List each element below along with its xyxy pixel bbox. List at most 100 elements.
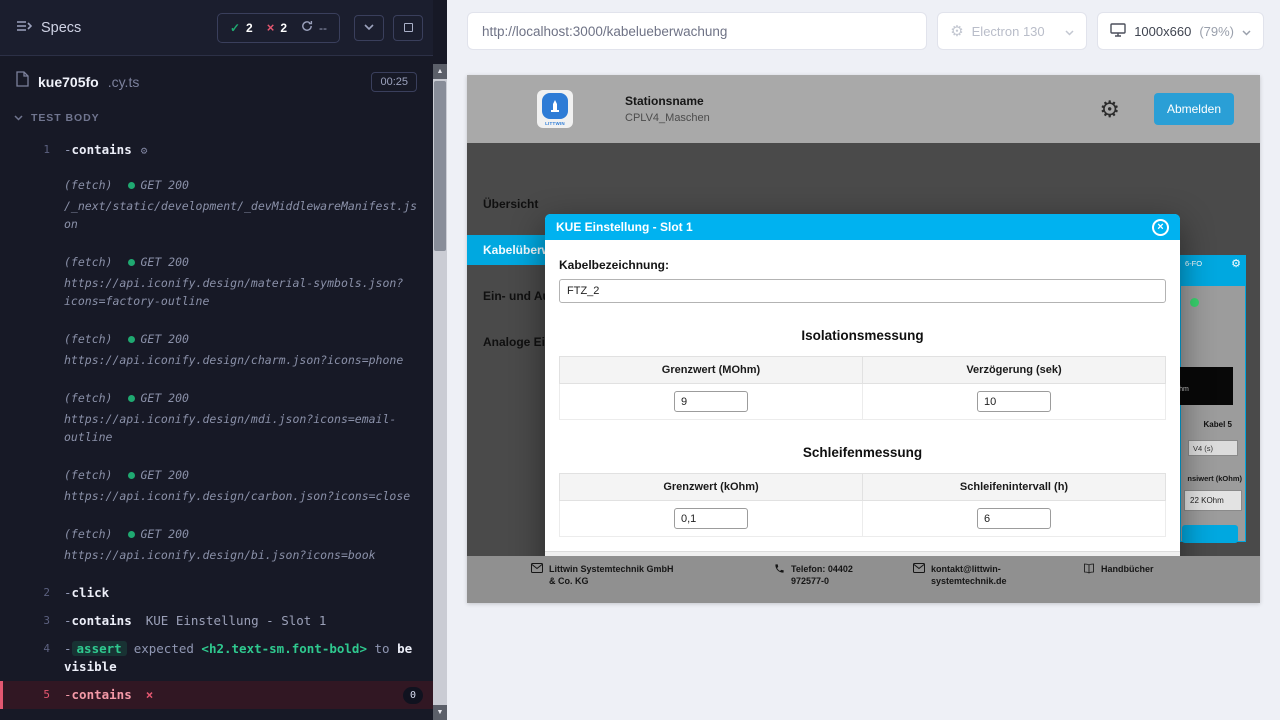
kabel-label: Kabel 5 (1204, 420, 1232, 429)
command-name: contains (72, 142, 132, 157)
footer-email: kontakt@littwin-systemtechnik.de (913, 563, 1017, 587)
viewport-size: 1000x660 (1134, 24, 1191, 39)
column-header: Schleifenintervall (h) (863, 474, 1166, 501)
scroll-down-button[interactable]: ▼ (433, 705, 447, 720)
request-url: /_next/static/development/_devMiddleware… (64, 197, 423, 233)
stat-pending: -- (301, 20, 327, 35)
assert-label: assert (72, 641, 127, 656)
stop-icon (404, 23, 413, 32)
network-log-row[interactable]: (fetch) GET 200 https://api.iconify.design… (0, 248, 433, 315)
network-log-row[interactable]: (fetch)GET 200https://api.iconify.design… (0, 384, 433, 451)
failed-count: 2 (280, 21, 287, 35)
settings-gear-icon[interactable]: ⚙ (1099, 98, 1120, 121)
logo-icon (542, 93, 568, 119)
command-content: -contains⚙ (64, 141, 423, 160)
fetch-status: GET 200 (128, 253, 188, 271)
command-content: -containsKUE Einstellung - Slot 1 (64, 612, 423, 630)
command-row[interactable]: 4-assertexpected <h2.text-sm.font-bold> … (0, 635, 433, 681)
close-icon[interactable]: × (1152, 219, 1169, 236)
command-content: (fetch)GET 200https://api.iconify.design… (64, 389, 423, 446)
schleifenintervall-input[interactable] (977, 508, 1051, 529)
fetch-label: (fetch) (64, 330, 112, 348)
browser-selector[interactable]: ⚙ Electron 130 (937, 12, 1087, 50)
fetch-status: GET 200 (128, 330, 188, 348)
fetch-status: GET 200 (128, 389, 188, 407)
address-bar[interactable] (467, 12, 927, 50)
book-icon (1083, 563, 1095, 577)
fetch-status: GET 200 (128, 466, 188, 484)
network-log-row[interactable]: (fetch) GET 200 /_next/static/development/… (0, 171, 433, 238)
status-dot-icon (128, 182, 135, 189)
grenzwert-mohm-input[interactable] (674, 391, 748, 412)
command-row[interactable]: 1-contains⚙ (0, 136, 433, 165)
check-icon: ✓ (230, 21, 240, 35)
status-dot-icon (128, 472, 135, 479)
network-log-row[interactable]: (fetch)GET 200https://api.iconify.design… (0, 520, 433, 569)
table-cell (560, 384, 863, 420)
match-count-badge: 0 (403, 687, 423, 704)
command-number: 4 (0, 640, 64, 658)
spec-header[interactable]: kue705fo .cy.ts 00:25 (0, 56, 433, 102)
request-url: https://api.iconify.design/material-symb… (64, 274, 423, 310)
test-stats: ✓ 2 × 2 -- (217, 13, 340, 43)
viewport-scale: (79%) (1199, 24, 1234, 39)
scrollbar-track[interactable] (433, 79, 447, 705)
viewport-selector[interactable]: 1000x660 (79%) (1097, 12, 1264, 50)
stat-passed: ✓ 2 (230, 21, 253, 35)
collapse-reporter-button[interactable] (354, 15, 384, 41)
phone-icon (774, 563, 785, 587)
command-row[interactable]: 3-containsKUE Einstellung - Slot 1 (0, 607, 433, 635)
fetch-label: (fetch) (64, 389, 112, 407)
station-value: CPLV4_Maschen (625, 110, 710, 127)
command-list: 1-contains⚙(fetch)GET 200/_next/static/d… (0, 132, 433, 720)
spec-duration-badge: 00:25 (371, 72, 417, 92)
chevron-down-icon (14, 112, 23, 124)
spec-file-icon (16, 71, 29, 92)
gear-icon: ⚙ (141, 144, 148, 157)
fetch-label: (fetch) (64, 466, 112, 484)
logout-button[interactable]: Abmelden (1154, 93, 1234, 125)
footer-phone: Telefon: 04402 972577-0 (774, 563, 871, 587)
kabelbezeichnung-label: Kabelbezeichnung: (559, 258, 1166, 272)
fetch-label: (fetch) (64, 253, 112, 271)
background-field: V4 (s) (1188, 440, 1238, 456)
scroll-up-button[interactable]: ▲ (433, 64, 447, 79)
grenzwert-kohm-input[interactable] (674, 508, 748, 529)
command-content: -assertexpected <h2.text-sm.font-bold> t… (64, 640, 423, 676)
verzoegerung-input[interactable] (977, 391, 1051, 412)
command-number: 5 (3, 686, 64, 704)
network-log-row[interactable]: (fetch)GET 200https://api.iconify.design… (0, 325, 433, 374)
command-number: 2 (0, 584, 64, 602)
station-info: Stationsname CPLV4_Maschen (625, 92, 710, 127)
footer-company: Littwin Systemtechnik GmbH & Co. KG (531, 563, 674, 587)
url-input[interactable] (472, 24, 922, 39)
specs-title[interactable]: Specs (41, 20, 81, 36)
status-dot-icon (128, 336, 135, 343)
footer-manuals[interactable]: Handbücher (1083, 563, 1154, 577)
reporter-panel: Specs ✓ 2 × 2 -- (0, 0, 433, 720)
spec-extension: .cy.ts (108, 74, 140, 90)
app-footer: Littwin Systemtechnik GmbH & Co. KG Tele… (467, 556, 1260, 603)
fetch-status: GET 200 (128, 176, 188, 194)
command-content: (fetch)GET 200https://api.iconify.design… (64, 525, 423, 564)
fail-cross-icon: × (146, 687, 154, 702)
command-row[interactable]: 5-contains×0 (0, 681, 433, 709)
isolationsmessung-table: Grenzwert (MOhm) Verzögerung (sek) (559, 356, 1166, 420)
test-body-toggle[interactable]: TEST BODY (0, 102, 433, 132)
reporter-header: Specs ✓ 2 × 2 -- (0, 0, 433, 56)
scrollbar-thumb[interactable] (434, 81, 446, 251)
specs-menu-icon[interactable] (16, 19, 32, 37)
command-row[interactable]: 2-click (0, 579, 433, 607)
command-content: (fetch)GET 200https://api.iconify.design… (64, 466, 423, 505)
button-stub (1182, 525, 1238, 543)
fetch-label: (fetch) (64, 176, 112, 194)
command-name: contains (72, 687, 132, 702)
reporter-scrollbar[interactable]: ▲ ▼ (433, 64, 447, 720)
kabelbezeichnung-input[interactable] (559, 279, 1166, 303)
command-content: -contains× (64, 686, 403, 704)
column-header: Verzögerung (sek) (863, 357, 1166, 384)
schleifenmessung-table: Grenzwert (kOhm) Schleifenintervall (h) (559, 473, 1166, 537)
spec-name: kue705fo (38, 74, 99, 90)
stop-button[interactable] (393, 15, 423, 41)
network-log-row[interactable]: (fetch)GET 200https://api.iconify.design… (0, 461, 433, 510)
